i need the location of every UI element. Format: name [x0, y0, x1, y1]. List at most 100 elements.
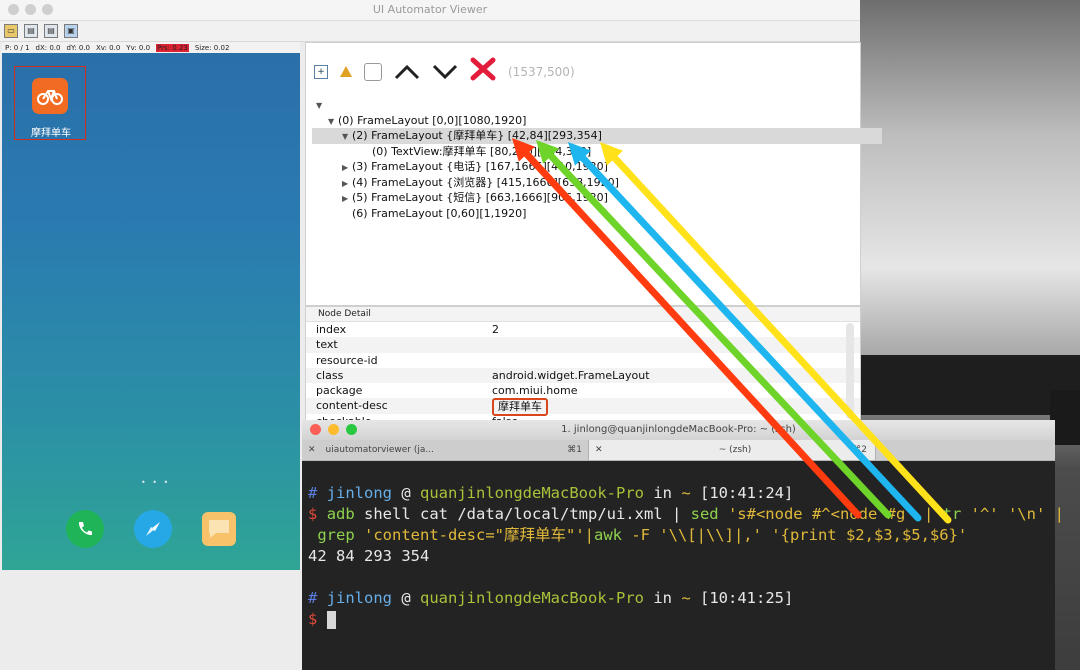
hierarchy-toolbar: + (1537,500) — [314, 57, 575, 86]
tab-label: uiautomatorviewer (ja... — [325, 445, 434, 455]
terminal-window-controls — [310, 424, 357, 435]
expand-all-icon[interactable]: + — [314, 64, 328, 79]
tab-label: ~ (zsh) — [718, 445, 752, 455]
cmd-token: awk — [593, 526, 622, 544]
terminal-zoom-button[interactable] — [346, 424, 357, 435]
tab-zsh[interactable]: ✕ ~ (zsh) ⌘2 — [589, 440, 876, 460]
tree-node-label: (0) TextView:摩拜单车 [80,230][254,300] — [372, 144, 592, 158]
command-output: 42 84 293 354 — [308, 547, 430, 565]
prompt-host: quanjinlongdeMacBook-Pro — [420, 589, 644, 607]
phone-handset-icon — [78, 522, 92, 536]
tree-node-selected[interactable]: ▼ (2) FrameLayout {摩拜单车} [42,84][293,354] — [312, 128, 882, 144]
tree-node[interactable]: ▶ (5) FrameLayout {短信} [663,1666][906,192… — [316, 190, 882, 206]
terminal-window: 1. jinlong@quanjinlongdeMacBook-Pro: ~ (… — [302, 420, 1064, 670]
text-cursor — [326, 610, 336, 629]
tree-node[interactable]: ▶ (3) FrameLayout {电话} [167,1666][410,192… — [316, 159, 882, 175]
tree-node[interactable]: (0) TextView:摩拜单车 [80,230][254,300] — [316, 144, 882, 160]
warning-icon[interactable] — [340, 66, 352, 77]
detail-row[interactable]: package com.miui.home — [306, 383, 860, 398]
minimize-button[interactable] — [25, 4, 36, 15]
cmd-token: sed — [690, 505, 719, 523]
tree-node[interactable]: (6) FrameLayout [0,60][1,1920] — [316, 206, 882, 222]
window-title: UI Automator Viewer — [0, 0, 860, 21]
next-node-icon[interactable] — [432, 59, 458, 85]
detail-value — [492, 353, 860, 368]
open-folder-icon[interactable]: ▭ — [4, 24, 18, 38]
app-label: 摩拜单车 — [31, 128, 71, 139]
detail-row[interactable]: class android.widget.FrameLayout — [306, 367, 860, 384]
save-icon[interactable]: ▣ — [64, 24, 78, 38]
phone-app-icon[interactable] — [66, 510, 104, 548]
detail-row[interactable]: text — [306, 337, 860, 353]
terminal-close-button[interactable] — [310, 424, 321, 435]
detail-key: resource-id — [316, 353, 378, 367]
tab-close-icon[interactable]: ✕ — [308, 445, 316, 455]
pointer-stat: P: 0 / 1 — [5, 43, 30, 52]
pointer-stat: Xv: 0.0 — [96, 43, 121, 52]
pointer-stat: dX: 0.0 — [35, 43, 61, 52]
terminal-output[interactable]: # jinlong @ quanjinlongdeMacBook-Pro in … — [302, 461, 1064, 630]
main-toolbar: ▭ ▤ ▤ ▣ — [0, 21, 860, 42]
bicycle-icon — [37, 90, 63, 105]
terminal-titlebar: 1. jinlong@quanjinlongdeMacBook-Pro: ~ (… — [302, 420, 1055, 440]
cmd-token: -F '\\[|\\]|,' '{print $2,$3,$5,$6}' — [621, 526, 968, 544]
node-detail-header: Node Detail — [306, 307, 860, 322]
tree-node-label: (5) FrameLayout {短信} [663,1666][906,1920… — [352, 191, 608, 204]
tree-node[interactable]: ▶ (4) FrameLayout {浏览器} [415,1666][658,19… — [316, 175, 882, 191]
tree-node-label: (2) FrameLayout {摩拜单车} [42,84][293,354] — [352, 129, 602, 142]
tree-node[interactable]: ▼ (0) FrameLayout [0,0][1080,1920] — [316, 113, 882, 129]
prompt-time: [10:41:25] — [700, 589, 794, 607]
device-screenshot-icon[interactable]: ▤ — [24, 24, 38, 38]
cmd-token: 's#<node #^<node #g' | — [718, 505, 934, 523]
prompt-time: [10:41:24] — [700, 484, 794, 502]
cmd-token: adb — [326, 505, 355, 523]
terminal-minimize-button[interactable] — [328, 424, 339, 435]
hierarchy-pane: + (1537,500) ▼ ▼ (0) FrameLayout [0,0][10… — [305, 42, 882, 306]
messages-app-icon[interactable] — [202, 512, 236, 546]
tree-node-label: (3) FrameLayout {电话} [167,1666][410,1920… — [352, 160, 608, 173]
compass-icon — [146, 522, 160, 536]
pointer-location-bar: P: 0 / 1 dX: 0.0 dY: 0.0 Xv: 0.0 Yv: 0.0… — [2, 42, 300, 53]
cmd-token: 'content-desc="摩拜单车"'| — [354, 526, 594, 544]
detail-value: com.miui.home — [492, 384, 578, 398]
expand-arrow-icon[interactable]: ▶ — [342, 160, 352, 176]
expand-arrow-icon[interactable]: ▼ — [342, 129, 352, 145]
device-screenshot-compressed-icon[interactable]: ▤ — [44, 24, 58, 38]
tab-uiautomatorviewer[interactable]: ✕ uiautomatorviewer (ja... ⌘1 — [302, 440, 589, 460]
expand-arrow-icon[interactable]: ▶ — [342, 191, 352, 207]
detail-value: android.widget.FrameLayout — [492, 368, 650, 382]
detail-key: index — [316, 323, 347, 336]
mobike-app-icon[interactable] — [32, 78, 68, 114]
device-screenshot[interactable]: P: 0 / 1 dX: 0.0 dY: 0.0 Xv: 0.0 Yv: 0.0… — [2, 42, 300, 570]
zoom-button[interactable] — [42, 4, 53, 15]
tree-node-label: (4) FrameLayout {浏览器} [415,1666][658,192… — [352, 175, 619, 189]
close-button[interactable] — [8, 4, 19, 15]
detail-row[interactable]: index 2 — [306, 322, 860, 337]
cmd-token: grep — [317, 526, 355, 544]
tree-node-label: (0) FrameLayout [0,0][1080,1920] — [338, 113, 527, 127]
previous-node-icon[interactable] — [394, 59, 420, 85]
detail-key: class — [316, 368, 344, 382]
message-bubble-icon — [209, 520, 229, 538]
pointer-stat: Yv: 0.0 — [126, 43, 151, 52]
expand-arrow-icon[interactable]: ▼ — [328, 114, 338, 130]
clear-selection-icon[interactable] — [470, 57, 496, 86]
detail-key: content-desc — [316, 399, 388, 413]
terminal-tabs: ✕ uiautomatorviewer (ja... ⌘1 ✕ ~ (zsh) … — [302, 440, 1055, 461]
tab-close-icon[interactable]: ✕ — [595, 445, 603, 455]
browser-app-icon[interactable] — [134, 510, 172, 548]
detail-value: 2 — [492, 323, 499, 336]
tab-shortcut: ⌘2 — [852, 445, 867, 455]
window-controls — [8, 4, 53, 15]
detail-scrollbar[interactable] — [846, 323, 854, 419]
node-detail-pane: Node Detail index 2 text resource-id clas… — [305, 306, 861, 428]
toggle-nav-checkbox[interactable] — [364, 62, 382, 81]
pointer-stat: Prs: 0.23 — [156, 43, 189, 52]
tree-root-toggle[interactable]: ▼ — [316, 97, 882, 113]
detail-row[interactable]: content-desc 摩拜单车 — [306, 398, 860, 417]
tree-node-label: (6) FrameLayout [0,60][1,1920] — [352, 206, 527, 220]
cmd-token: tr — [942, 505, 962, 523]
node-detail-table: index 2 text resource-id class android.wid… — [306, 322, 860, 429]
detail-row[interactable]: resource-id — [306, 353, 860, 368]
expand-arrow-icon[interactable]: ▶ — [342, 176, 352, 192]
